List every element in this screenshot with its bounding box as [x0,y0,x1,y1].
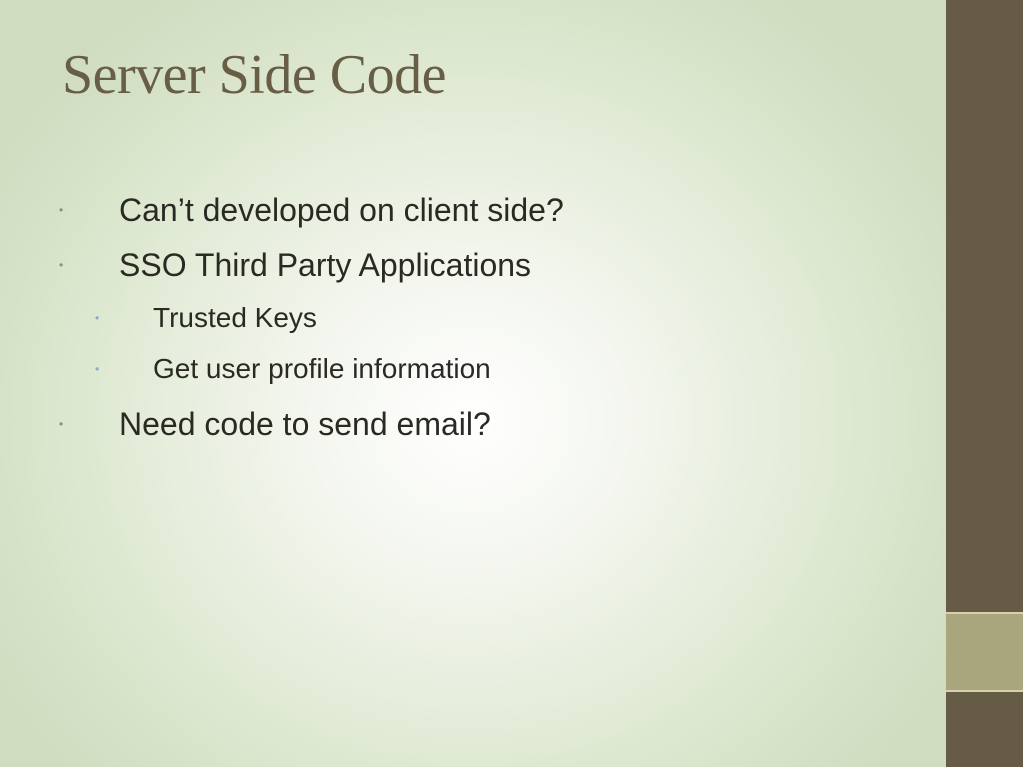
sub-bullet-item: • Trusted Keys [95,300,317,336]
bullet-dot-icon: • [59,203,64,217]
sub-bullet-text: Get user profile information [153,353,491,384]
bullet-text: SSO Third Party Applications [119,247,532,283]
side-bar-divider-bottom [946,690,1023,692]
sub-bullet-text: Trusted Keys [153,302,317,333]
sub-bullet-dot-icon: • [95,311,100,325]
bullet-dot-icon: • [59,258,64,272]
side-bar-accent-block [946,614,1023,690]
bullet-item: • SSO Third Party Applications [59,245,532,285]
bullet-list: • Can’t developed on client side? • SSO … [0,0,940,767]
sub-bullet-item: • Get user profile information [95,351,491,387]
bullet-item: • Need code to send email? [59,404,491,444]
bullet-item: • Can’t developed on client side? [59,190,564,230]
bullet-text: Need code to send email? [119,406,491,442]
bullet-dot-icon: • [59,417,64,431]
sub-bullet-dot-icon: • [95,362,100,376]
bullet-text: Can’t developed on client side? [119,192,564,228]
